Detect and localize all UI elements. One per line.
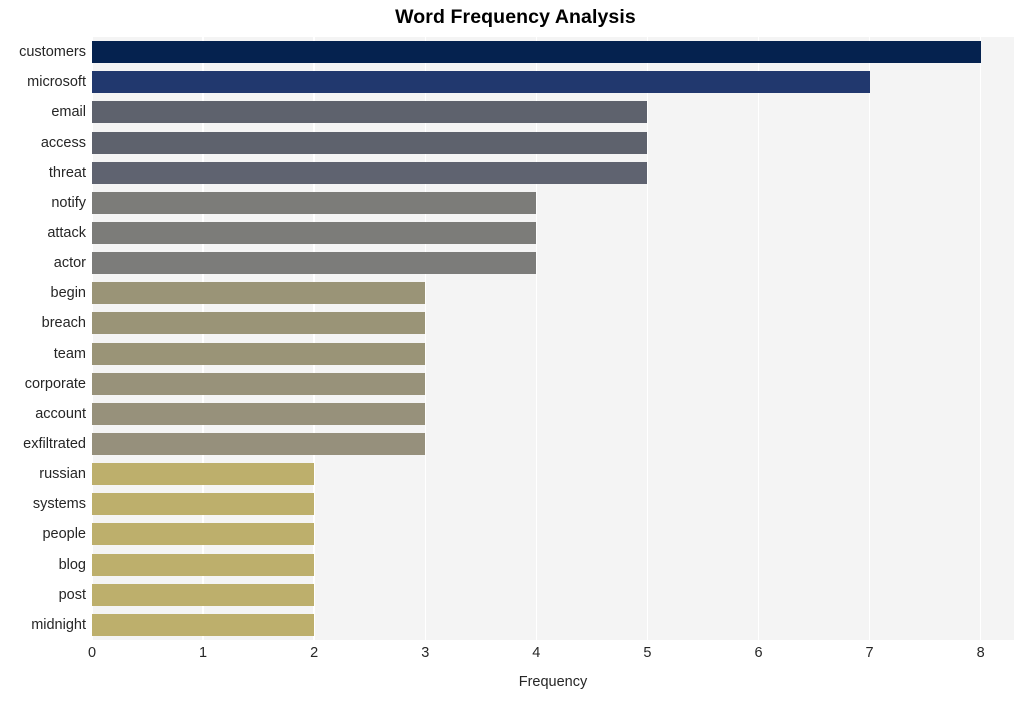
plot-area (91, 37, 1014, 640)
bar-microsoft (92, 71, 870, 94)
bar-customers (92, 41, 981, 64)
chart-figure: Word Frequency Analysis customers microso… (0, 0, 1031, 701)
x-tick-label-3: 3 (421, 645, 430, 661)
bar-email (92, 101, 648, 124)
x-tick-label-7: 7 (865, 645, 874, 661)
x-tick-label-5: 5 (643, 645, 652, 661)
bar-threat (92, 161, 648, 184)
x-tick-label-6: 6 (754, 645, 763, 661)
y-tick-label-actor: actor (53, 255, 86, 272)
bar-access (92, 131, 648, 154)
y-tick-label-access: access (40, 134, 86, 151)
y-tick-label-threat: threat (48, 164, 86, 181)
y-tick-label-notify: notify (51, 194, 86, 211)
y-tick-label-microsoft: microsoft (27, 74, 86, 91)
y-tick-label-post: post (58, 586, 86, 603)
bar-exfiltrated (92, 433, 426, 456)
y-tick-label-blog: blog (58, 556, 86, 573)
y-tick-label-systems: systems (32, 496, 86, 513)
y-tick-label-people: people (42, 526, 86, 543)
bar-breach (92, 312, 426, 335)
y-tick-label-corporate: corporate (24, 375, 86, 392)
bar-post (92, 583, 315, 606)
bar-systems (92, 493, 315, 516)
y-tick-label-exfiltrated: exfiltrated (23, 436, 86, 453)
x-tick-label-1: 1 (199, 645, 208, 661)
bar-blog (92, 553, 315, 576)
y-tick-label-team: team (53, 345, 86, 362)
y-tick-label-customers: customers (19, 44, 86, 61)
y-axis-tick-labels: customers microsoft email access threat notif… (0, 37, 86, 640)
bar-team (92, 342, 426, 365)
y-tick-label-attack: attack (47, 224, 86, 241)
x-tick-label-2: 2 (310, 645, 319, 661)
bar-russian (92, 463, 315, 486)
bar-account (92, 402, 426, 425)
bar-midnight (92, 613, 315, 636)
bar-actor (92, 252, 537, 275)
x-axis-title: Frequency (518, 674, 588, 690)
y-tick-label-account: account (35, 405, 86, 422)
y-tick-label-begin: begin (50, 285, 86, 302)
x-tick-label-8: 8 (976, 645, 985, 661)
y-tick-label-breach: breach (41, 315, 86, 332)
x-tick-label-0: 0 (87, 645, 97, 661)
bar-series (92, 37, 1014, 640)
bar-notify (92, 191, 537, 214)
bar-corporate (92, 372, 426, 395)
y-tick-label-russian: russian (39, 466, 86, 483)
x-axis-tick-labels: 0 1 2 3 4 5 6 7 8 (88, 645, 1014, 669)
y-tick-label-midnight: midnight (31, 616, 86, 633)
bar-attack (92, 221, 537, 244)
y-tick-label-email: email (51, 104, 86, 121)
x-tick-label-4: 4 (532, 645, 541, 661)
bar-people (92, 523, 315, 546)
page-title: Word Frequency Analysis (395, 6, 636, 28)
bar-begin (92, 282, 426, 305)
